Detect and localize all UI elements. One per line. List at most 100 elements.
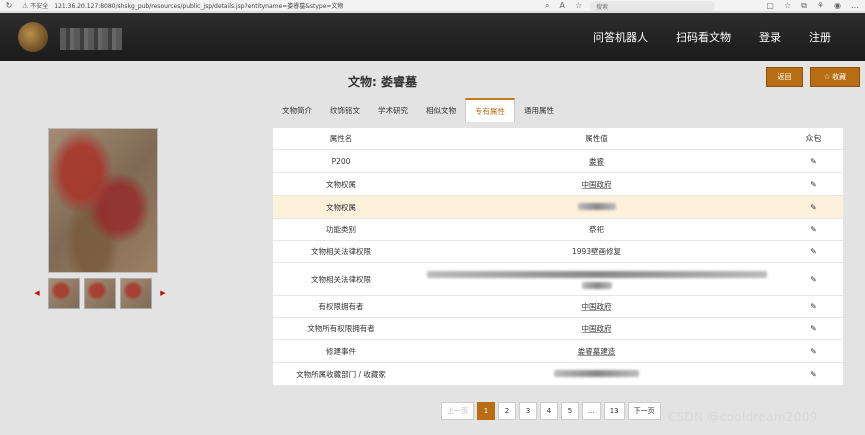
site-logo-text — [60, 28, 122, 50]
thumbnail-strip: ◀ ▶ — [30, 277, 180, 309]
page-ellipsis: ... — [582, 402, 601, 420]
next-image-arrow-icon[interactable]: ▶ — [156, 289, 170, 297]
browser-search-input[interactable]: 搜索 — [590, 1, 715, 11]
edit-pencil-icon[interactable]: ✎ — [784, 247, 843, 256]
attribute-value[interactable]: 中国政府 — [409, 179, 784, 190]
attribute-value[interactable]: 娄睿墓建造 — [409, 346, 784, 357]
attribute-table: 属性名 属性值 众包 P200 娄睿 ✎ 文物权属 中国政府 ✎ 文物权属 ✎ 功能类别 祭祀 ✎ 文… — [273, 128, 843, 386]
table-row: 文物权属 ✎ — [273, 196, 843, 219]
table-row: 文物相关法律权限 ✎ — [273, 263, 843, 296]
table-row: 文物权属 中国政府 ✎ — [273, 173, 843, 196]
tab-item[interactable]: 相似文物 — [417, 98, 465, 122]
table-row: 文物所有权限拥有者 中国政府 ✎ — [273, 318, 843, 340]
pagination: 上一页 1 2 3 4 5... 13 下一页 — [441, 402, 661, 420]
attribute-value[interactable]: 中国政府 — [409, 323, 784, 334]
browser-toolbar: ▢ ☆ ⧉ ⚘ ◉ … — [766, 1, 859, 11]
table-row: 文物相关法律权限 1993壁画修复 ✎ — [273, 241, 843, 263]
relic-main-image[interactable] — [48, 128, 158, 273]
header-value: 属性值 — [585, 134, 608, 143]
table-row: 修建事件 娄睿墓建造 ✎ — [273, 340, 843, 363]
thumbnail-image[interactable] — [48, 277, 80, 309]
tab-item[interactable]: 文物简介 — [273, 98, 321, 122]
profile-icon[interactable]: ◉ — [834, 1, 841, 11]
nav-register[interactable]: 注册 — [809, 29, 831, 45]
warning-icon: ⚠ — [22, 1, 29, 10]
favorite-label: 收藏 — [832, 73, 847, 81]
page-number-button[interactable]: 1 — [477, 402, 495, 420]
edit-pencil-icon[interactable]: ✎ — [784, 370, 843, 379]
edit-pencil-icon[interactable]: ✎ — [784, 203, 843, 212]
next-page-button[interactable]: 下一页 — [627, 402, 661, 420]
edit-pencil-icon[interactable]: ✎ — [784, 180, 843, 189]
redacted-text — [426, 271, 767, 278]
page-number-button[interactable]: 5 — [561, 402, 579, 420]
prev-page-button: 上一页 — [441, 402, 474, 420]
nav-scan-relic[interactable]: 扫码看文物 — [676, 29, 731, 45]
detail-tabs: 文物简介 纹饰铭文 学术研究 相似文物 专有属性 通用属性 — [273, 98, 563, 122]
edit-pencil-icon[interactable]: ✎ — [784, 302, 843, 311]
page-title: 文物: 娄睿墓 — [348, 75, 417, 89]
edit-pencil-icon[interactable]: ✎ — [784, 347, 843, 356]
thumbnail-image[interactable] — [84, 277, 116, 309]
thumbnail-image[interactable] — [120, 277, 152, 309]
page-number-button[interactable]: 2 — [498, 402, 516, 420]
split-screen-icon[interactable]: ▢ — [766, 1, 774, 11]
tab-item[interactable]: 纹饰铭文 — [321, 98, 369, 122]
table-header-row: 属性名 属性值 众包 — [273, 128, 843, 150]
tab-item[interactable]: 通用属性 — [515, 98, 563, 122]
attribute-name: 文物所有权限拥有者 — [307, 324, 375, 333]
attribute-name: 文物权属 — [326, 202, 356, 212]
tab-item[interactable]: 专有属性 — [465, 98, 515, 122]
page-number-button[interactable]: 3 — [519, 402, 537, 420]
attribute-value[interactable]: 中国政府 — [409, 301, 784, 312]
main-nav: 问答机器人 扫码看文物 登录 注册 — [593, 13, 831, 61]
page-number-button[interactable]: 4 — [540, 402, 558, 420]
attribute-name: 有权限拥有者 — [318, 302, 364, 311]
read-aloud-icon[interactable]: A — [559, 1, 564, 11]
redacted-text — [581, 282, 612, 289]
header-name: 属性名 — [329, 134, 353, 143]
star-icon: ☆ — [823, 73, 831, 81]
address-icons: ⌕ A ☆ — [545, 1, 582, 11]
attribute-value-redacted — [409, 267, 784, 291]
attribute-value: 1993壁画修复 — [571, 247, 622, 256]
attribute-value[interactable]: 娄睿 — [409, 156, 784, 167]
reload-icon[interactable]: ↻ — [4, 1, 14, 11]
attribute-name: 文物所属收藏部门 / 收藏家 — [296, 369, 386, 379]
prev-image-arrow-icon[interactable]: ◀ — [30, 289, 44, 297]
nav-login[interactable]: 登录 — [759, 29, 781, 45]
attribute-name: 功能类别 — [326, 225, 356, 234]
attribute-name: P200 — [331, 156, 351, 166]
edit-pencil-icon[interactable]: ✎ — [784, 324, 843, 333]
table-row: 有权限拥有者 中国政府 ✎ — [273, 296, 843, 318]
table-row: P200 娄睿 ✎ — [273, 150, 843, 173]
back-button[interactable]: 返回 — [766, 67, 803, 87]
zoom-icon[interactable]: ⌕ — [545, 1, 549, 11]
redacted-text — [554, 369, 639, 377]
favorites-icon[interactable]: ☆ — [784, 1, 791, 11]
attribute-value: 祭祀 — [589, 225, 604, 234]
attribute-name: 文物相关法律权限 — [311, 247, 371, 256]
edit-pencil-icon[interactable]: ✎ — [784, 275, 843, 284]
collections-icon[interactable]: ⧉ — [801, 1, 807, 11]
security-label: 不安全 — [30, 3, 49, 10]
more-icon[interactable]: … — [851, 1, 859, 11]
favorite-star-icon[interactable]: ☆ — [575, 1, 582, 11]
search-placeholder: 搜索 — [596, 3, 609, 11]
header-crowdsource: 众包 — [805, 134, 822, 143]
url-text[interactable]: 121.36.20.127:8080/shskg_pub/resources/p… — [54, 1, 494, 10]
site-logo-icon[interactable] — [18, 22, 48, 52]
edit-pencil-icon[interactable]: ✎ — [784, 225, 843, 234]
watermark: CSDN @cooldream2009 — [668, 410, 818, 424]
favorite-button[interactable]: ☆ 收藏 — [810, 67, 860, 87]
security-indicator[interactable]: ⚠ 不安全 — [22, 1, 49, 11]
tab-item[interactable]: 学术研究 — [369, 98, 417, 122]
table-row: 文物所属收藏部门 / 收藏家 ✎ — [273, 363, 843, 386]
redacted-text — [577, 202, 616, 210]
page-number-button[interactable]: 13 — [603, 402, 625, 420]
nav-qa-robot[interactable]: 问答机器人 — [593, 29, 648, 45]
edit-pencil-icon[interactable]: ✎ — [784, 157, 843, 166]
attribute-value-redacted — [409, 369, 784, 379]
attribute-name: 修建事件 — [326, 346, 356, 356]
extensions-icon[interactable]: ⚘ — [817, 1, 824, 11]
